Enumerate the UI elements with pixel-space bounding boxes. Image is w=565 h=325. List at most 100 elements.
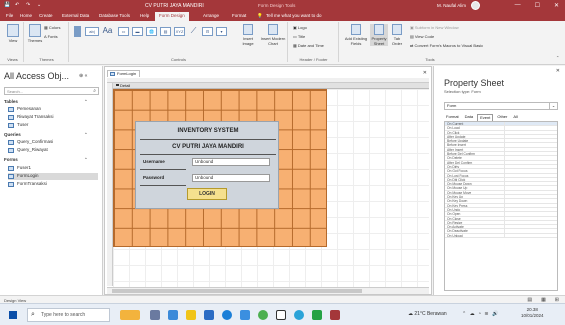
tab-format[interactable]: Format bbox=[232, 13, 246, 18]
password-field[interactable]: Unbound bbox=[192, 174, 270, 182]
redo-icon[interactable]: ↷ bbox=[26, 2, 32, 8]
tab-order-button[interactable]: Tab Order bbox=[390, 24, 404, 46]
insert-image-button[interactable]: Insert Image bbox=[238, 24, 258, 46]
nav-item-query-riwayat[interactable]: Query_Riwayat bbox=[8, 147, 98, 154]
nav-item-query-confirmasi[interactable]: Query_Confirmasi bbox=[8, 139, 98, 146]
weather-widget[interactable]: ☁ 21°C Berawan bbox=[408, 311, 447, 317]
logo-button[interactable]: ▣ Logo bbox=[293, 25, 307, 30]
tab-create[interactable]: Create bbox=[39, 13, 53, 18]
web-browser-icon[interactable]: ▤ bbox=[160, 27, 171, 36]
task-view-icon[interactable] bbox=[150, 310, 160, 320]
maximize-button[interactable]: ☐ bbox=[535, 2, 540, 9]
scrollbar-thumb[interactable] bbox=[112, 289, 362, 293]
textbox-icon[interactable]: ab| bbox=[85, 27, 99, 36]
photos-icon[interactable] bbox=[240, 310, 250, 320]
ps-tab-event[interactable]: Event bbox=[477, 114, 494, 121]
ps-tab-format[interactable]: Format bbox=[444, 114, 461, 121]
insert-modern-chart-button[interactable]: Insert Modern Chart bbox=[260, 24, 286, 46]
nav-section-tables[interactable]: Tables ⌃ bbox=[4, 99, 94, 104]
object-select[interactable]: Form ⌄ bbox=[444, 102, 558, 110]
nav-search-input[interactable]: Search... ⌕ bbox=[4, 87, 99, 95]
ps-tab-data[interactable]: Data bbox=[463, 114, 475, 121]
property-row[interactable]: On Unload bbox=[445, 233, 557, 239]
nav-item-riwayat-transaksi[interactable]: Riwayat Transaksi bbox=[8, 114, 98, 121]
close-button[interactable]: ✕ bbox=[554, 2, 559, 9]
tab-help[interactable]: Help bbox=[140, 13, 149, 18]
chevron-up-icon[interactable]: ⌃ bbox=[462, 311, 467, 317]
close-property-sheet-icon[interactable]: ✕ bbox=[556, 68, 560, 74]
file-explorer-icon[interactable] bbox=[186, 310, 196, 320]
button-icon[interactable]: ▭ bbox=[118, 27, 129, 36]
fonts-button[interactable]: A Fonts bbox=[44, 34, 58, 39]
save-icon[interactable]: 💾 bbox=[4, 2, 10, 8]
collapse-ribbon-icon[interactable]: ⌃ bbox=[556, 55, 559, 60]
property-sheet-button[interactable]: Property Sheet bbox=[370, 24, 388, 46]
edge-icon[interactable] bbox=[222, 310, 232, 320]
chrome-icon[interactable] bbox=[258, 310, 268, 320]
avatar[interactable] bbox=[471, 1, 480, 10]
nav-section-queries[interactable]: Queries ⌃ bbox=[4, 132, 94, 137]
title-button[interactable]: ▭ Title bbox=[293, 34, 305, 39]
view-button[interactable]: View bbox=[4, 24, 22, 43]
nav-section-forms[interactable]: Forms ⌃ bbox=[4, 157, 94, 162]
wifi-icon[interactable]: ≋ bbox=[484, 311, 489, 317]
form-title-inventory[interactable]: INVENTORY SYSTEM bbox=[136, 128, 280, 134]
navigation-icon[interactable]: XYZ bbox=[174, 27, 185, 36]
property-grid[interactable]: On Current On Load On Click After Update Bef… bbox=[444, 121, 558, 291]
password-label[interactable]: Password bbox=[143, 175, 164, 180]
convert-macros-button[interactable]: ⇄ Convert Form's Macros to Visual Basic bbox=[410, 43, 483, 48]
customize-qat-icon[interactable]: ⌄ bbox=[37, 2, 43, 8]
tab-control-icon[interactable]: ▬ bbox=[132, 27, 143, 36]
cloud-icon[interactable]: ☁ bbox=[470, 311, 476, 317]
nav-menu-icon[interactable]: ⊕ bbox=[79, 73, 83, 79]
nav-item-formlogin[interactable]: FormLogin bbox=[8, 173, 98, 180]
line-icon[interactable]: ⟋ bbox=[188, 27, 199, 36]
tab-home[interactable]: Home bbox=[20, 13, 32, 18]
store-icon[interactable] bbox=[168, 310, 178, 320]
hyperlink-icon[interactable]: 🌐 bbox=[146, 27, 157, 36]
select-icon[interactable] bbox=[74, 26, 81, 37]
nav-item-tuser[interactable]: Tuser bbox=[8, 122, 98, 129]
date-time-button[interactable]: ▦ Date and Time bbox=[293, 43, 324, 48]
tell-me-input[interactable]: Tell me what you want to do bbox=[266, 13, 322, 18]
tab-form-design[interactable]: Form Design bbox=[155, 12, 189, 21]
nav-item-formtransaksi[interactable]: FormTransaksi bbox=[8, 181, 98, 188]
pen-icon[interactable] bbox=[276, 310, 286, 320]
tab-database-tools[interactable]: Database Tools bbox=[99, 13, 130, 18]
themes-button[interactable]: Themes bbox=[27, 24, 43, 43]
page-break-icon[interactable]: ⊟ bbox=[202, 27, 213, 36]
whatsapp-icon[interactable] bbox=[312, 310, 322, 320]
access-icon[interactable] bbox=[330, 310, 340, 320]
subform-button[interactable]: ▣ Subform in New Window bbox=[410, 25, 459, 30]
label-icon[interactable]: Aa bbox=[102, 27, 113, 36]
clock[interactable]: 20.38 10/01/2024 bbox=[521, 307, 544, 319]
close-document-icon[interactable]: ✕ bbox=[423, 70, 427, 76]
divider-line[interactable] bbox=[140, 139, 276, 140]
taskbar-search-input[interactable]: ⌕ Type here to search bbox=[27, 308, 110, 322]
word-icon[interactable] bbox=[204, 310, 214, 320]
more-controls-icon[interactable]: ▾ bbox=[216, 27, 227, 36]
nav-title[interactable]: All Access Obj... bbox=[4, 71, 69, 81]
horizontal-scrollbar[interactable] bbox=[107, 287, 429, 294]
nav-item-pemesanan[interactable]: Pemesanan bbox=[8, 106, 98, 113]
document-tab-formlogin[interactable]: FormLogin bbox=[107, 70, 141, 77]
login-button[interactable]: LOGIN bbox=[187, 188, 227, 200]
username-label[interactable]: Username bbox=[143, 159, 165, 164]
colors-button[interactable]: ▦ Colors bbox=[44, 25, 60, 30]
network-icon[interactable]: ◔ bbox=[478, 311, 482, 317]
ps-tab-other[interactable]: Other bbox=[495, 114, 509, 121]
divider-line[interactable] bbox=[140, 154, 276, 155]
divider-line[interactable] bbox=[140, 185, 186, 186]
form-title-company[interactable]: CV PUTRI JAYA MANDIRI bbox=[136, 144, 280, 150]
divider-line[interactable] bbox=[140, 169, 186, 170]
tab-arrange[interactable]: Arrange bbox=[203, 13, 219, 18]
minimize-button[interactable]: — bbox=[515, 2, 521, 9]
nav-collapse-icon[interactable]: « bbox=[85, 73, 88, 79]
username-field[interactable]: Unbound bbox=[192, 158, 270, 166]
detail-section[interactable]: INVENTORY SYSTEM CV PUTRI JAYA MANDIRI U… bbox=[113, 89, 429, 287]
user-name[interactable]: M. Naufal Alim bbox=[437, 3, 466, 8]
widgets-icon[interactable] bbox=[120, 310, 140, 320]
volume-icon[interactable]: 🔊 bbox=[492, 311, 499, 317]
view-code-button[interactable]: ▤ View Code bbox=[410, 34, 434, 39]
login-panel[interactable]: INVENTORY SYSTEM CV PUTRI JAYA MANDIRI U… bbox=[135, 121, 279, 209]
